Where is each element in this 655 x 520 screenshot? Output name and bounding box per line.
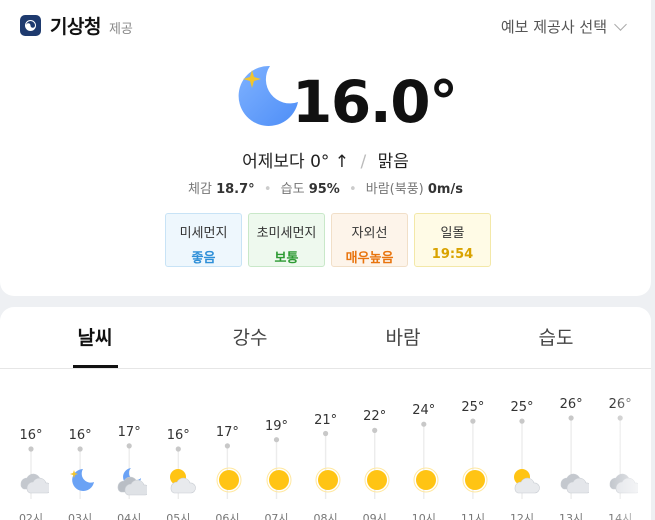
provider: 기상청 제공 — [20, 12, 133, 39]
forecast-tabs: 날씨 강수 바람 습도 — [0, 307, 651, 369]
chevron-down-icon — [614, 17, 627, 31]
temperature-point — [28, 446, 34, 452]
hour-time-label: 12시 — [509, 512, 535, 520]
hour-time-label: 04시 — [117, 512, 142, 520]
feels-value: 18.7° — [216, 182, 255, 197]
hour-temperature-label: 17° — [117, 424, 141, 440]
hourly-temperature-chart[interactable]: 16° 02시 16° 03시 17° 04시 16° 05시 17° 06시 19° 07시 21° 0… — [0, 369, 651, 520]
provider-sub: 제공 — [108, 21, 133, 37]
temperature-point — [77, 446, 83, 452]
sun-icon — [263, 464, 295, 496]
feels-label: 체감 — [188, 182, 212, 197]
wind-label: 바람(북풍) — [365, 182, 424, 197]
badge-label: 미세먼지 — [179, 226, 228, 241]
moon-icon — [66, 464, 98, 496]
hour-temperature-label: 16° — [68, 428, 92, 443]
scroll-fade — [611, 369, 651, 520]
temperature-point — [421, 421, 427, 427]
badge-value: 보통 — [274, 251, 299, 266]
temperature-point — [372, 427, 378, 433]
active-tab-indicator — [73, 365, 118, 368]
hour-temperature-label: 16° — [19, 428, 43, 443]
comparison-line: 어제보다 0° ↑ / 맑음 — [0, 147, 651, 172]
hour-time-label: 03시 — [68, 512, 93, 520]
temperature-point — [126, 443, 132, 449]
provider-select-label: 예보 제공사 선택 — [500, 18, 607, 36]
hour-temperature-label: 24° — [412, 403, 436, 419]
hour-time-label: 05시 — [166, 512, 191, 520]
hour-temperature-label: 21° — [314, 412, 338, 428]
provider-select-dropdown[interactable]: 예보 제공사 선택 — [500, 16, 627, 37]
hour-time-label: 09시 — [362, 512, 387, 520]
badge-ultrafine-dust[interactable]: 초미세먼지 보통 — [248, 213, 325, 267]
cloud-icon — [557, 464, 590, 496]
moon-star-icon — [236, 62, 300, 132]
sun-icon — [410, 464, 442, 496]
hour-temperature-label: 16° — [166, 428, 190, 443]
hour-temperature-label: 25° — [510, 400, 534, 416]
compare-separator: / — [360, 152, 367, 172]
hour-time-label: 06시 — [215, 512, 240, 520]
condition-text: 맑음 — [377, 152, 409, 172]
humidity-value: 95% — [308, 182, 340, 197]
wind-value: 0m/s — [427, 182, 463, 197]
details-divider-dot: • — [348, 182, 357, 197]
badge-value: 19:54 — [431, 247, 474, 262]
moon-cloud-icon — [115, 464, 148, 496]
hour-time-label: 07시 — [264, 512, 289, 520]
tab-weather[interactable]: 날씨 — [55, 307, 135, 369]
temperature-point — [323, 430, 329, 437]
hourly-forecast-card: 날씨 강수 바람 습도 16° 02시 16° 03시 17° 04시 16° 05시 17° 0… — [0, 307, 651, 520]
badge-label: 일몰 — [440, 226, 465, 241]
hour-time-label: 02시 — [18, 512, 44, 520]
sun-cloud-icon — [508, 464, 540, 496]
temperature-point — [470, 418, 476, 424]
temperature-point — [175, 446, 181, 452]
sun-icon — [361, 464, 393, 496]
humidity-label: 습도 — [280, 182, 305, 197]
sun-icon — [459, 464, 491, 496]
temperature-point — [273, 437, 280, 443]
weather-details: 체감 18.7° • 습도 95% • 바람(북풍) 0m/s — [0, 178, 651, 197]
hour-time-label: 08시 — [313, 512, 338, 520]
tab-wind[interactable]: 바람 — [363, 307, 443, 369]
hour-temperature-label: 17° — [215, 424, 239, 440]
air-quality-badges: 미세먼지 좋음 초미세먼지 보통 자외선 매우높음 일몰 19:54 — [165, 213, 491, 267]
sun-icon — [312, 464, 344, 496]
badge-uv[interactable]: 자외선 매우높음 — [331, 213, 408, 267]
compare-value: 0° ↑ — [310, 152, 350, 172]
current-temperature: 16.0° — [292, 68, 458, 136]
sun-cloud-icon — [164, 464, 197, 496]
badge-value: 매우높음 — [345, 251, 394, 266]
badge-label: 초미세먼지 — [256, 226, 317, 241]
hour-temperature-label: 19° — [264, 418, 289, 434]
temperature-point — [224, 443, 230, 449]
hour-temperature-label: 22° — [363, 409, 387, 425]
hour-time-label: 10시 — [411, 512, 436, 520]
current-weather-card: 기상청 제공 예보 제공사 선택 16.0° 어제보다 0° ↑ / 맑음 체감… — [0, 0, 651, 296]
details-divider-dot: • — [263, 182, 272, 197]
tab-precipitation[interactable]: 강수 — [210, 307, 290, 369]
badge-value: 좋음 — [191, 251, 216, 266]
badge-label: 자외선 — [351, 226, 388, 241]
hour-time-label: 13시 — [559, 512, 584, 520]
badge-fine-dust[interactable]: 미세먼지 좋음 — [165, 213, 242, 267]
compare-prefix: 어제보다 — [242, 152, 305, 172]
hour-temperature-label: 26° — [559, 397, 583, 412]
sun-icon — [213, 464, 245, 496]
cloud-icon — [17, 464, 49, 496]
kma-logo-icon — [20, 15, 41, 36]
badge-sunset[interactable]: 일몰 19:54 — [414, 213, 491, 267]
temperature-point — [568, 415, 574, 421]
provider-name: 기상청 — [50, 16, 101, 38]
temperature-point — [519, 418, 525, 424]
chart-svg — [28, 415, 623, 499]
hour-time-label: 11시 — [460, 512, 485, 520]
hour-temperature-label: 25° — [461, 400, 485, 416]
tab-humidity[interactable]: 습도 — [516, 307, 596, 369]
